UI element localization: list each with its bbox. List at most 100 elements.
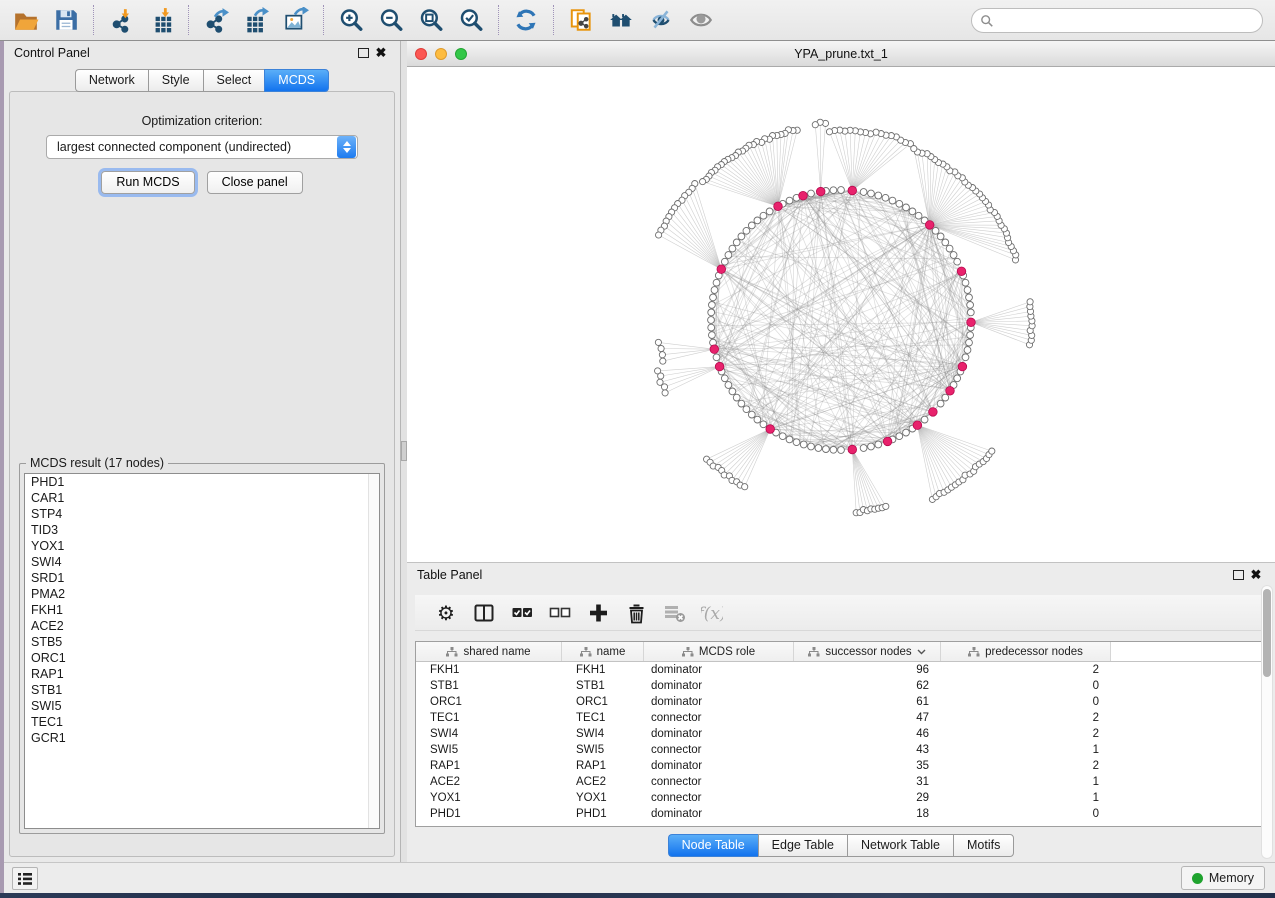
export-table-icon[interactable]	[236, 3, 276, 37]
column-header-name[interactable]: name	[562, 642, 644, 661]
select-all-icon[interactable]	[503, 598, 541, 628]
tab-mcds[interactable]: MCDS	[264, 69, 329, 92]
mcds-result-item[interactable]: CAR1	[25, 490, 379, 506]
log-console-button[interactable]	[12, 867, 38, 890]
column-header-shared-name[interactable]: shared name	[416, 642, 562, 661]
table-row[interactable]: RAP1RAP1dominator352	[416, 758, 1266, 774]
table-row[interactable]: SWI5SWI5connector431	[416, 742, 1266, 758]
delete-column-icon[interactable]	[617, 598, 655, 628]
mcds-result-item[interactable]: SWI5	[25, 698, 379, 714]
add-column-icon[interactable]	[579, 598, 617, 628]
export-network-icon[interactable]	[196, 3, 236, 37]
mcds-list-scrollbar[interactable]	[368, 474, 379, 828]
table-cell: YOX1	[562, 792, 644, 804]
open-file-icon[interactable]	[6, 3, 46, 37]
column-header-successor-nodes[interactable]: successor nodes	[794, 642, 941, 661]
mcds-result-item[interactable]: SRD1	[25, 570, 379, 586]
table-cell: dominator	[644, 696, 794, 708]
mcds-result-item[interactable]: STB1	[25, 682, 379, 698]
tab-network[interactable]: Network	[75, 69, 148, 92]
save-session-icon[interactable]	[46, 3, 86, 37]
network-canvas[interactable]	[407, 67, 1275, 562]
close-panel-button[interactable]: ✖	[372, 45, 390, 61]
memory-button[interactable]: Memory	[1181, 866, 1265, 890]
tab-motifs[interactable]: Motifs	[953, 834, 1014, 857]
deselect-all-icon[interactable]	[541, 598, 579, 628]
close-icon: ✖	[1251, 570, 1262, 580]
close-panel-action-button[interactable]: Close panel	[207, 171, 303, 194]
duplicate-network-icon[interactable]	[561, 3, 601, 37]
table-row[interactable]: SWI4SWI4dominator462	[416, 726, 1266, 742]
tab-style[interactable]: Style	[148, 69, 203, 92]
apply-layout-icon[interactable]	[506, 3, 546, 37]
table-row[interactable]: FKH1FKH1dominator962	[416, 662, 1266, 678]
table-close-button[interactable]: ✖	[1247, 567, 1265, 583]
mcds-result-item[interactable]: FKH1	[25, 602, 379, 618]
table-cell: connector	[644, 792, 794, 804]
table-cell: RAP1	[416, 760, 562, 772]
table-row[interactable]: YOX1YOX1connector291	[416, 790, 1266, 806]
table-scrollbar[interactable]	[1261, 585, 1273, 859]
search-icon	[980, 14, 994, 28]
column-header-predecessor-nodes[interactable]: predecessor nodes	[941, 642, 1111, 661]
export-image-icon[interactable]	[276, 3, 316, 37]
table-cell: 43	[794, 744, 941, 756]
mcds-result-item[interactable]: SWI4	[25, 554, 379, 570]
mcds-result-item[interactable]: ACE2	[25, 618, 379, 634]
search-box[interactable]	[971, 8, 1263, 33]
mcds-result-item[interactable]: YOX1	[25, 538, 379, 554]
table-row[interactable]: ORC1ORC1dominator610	[416, 694, 1266, 710]
zoom-out-icon[interactable]	[371, 3, 411, 37]
run-mcds-button[interactable]: Run MCDS	[101, 171, 194, 194]
import-table-icon[interactable]	[141, 3, 181, 37]
tab-edge-table[interactable]: Edge Table	[758, 834, 847, 857]
table-cell: ACE2	[416, 776, 562, 788]
table-settings-icon[interactable]: ⚙	[427, 598, 465, 628]
zoom-in-icon[interactable]	[331, 3, 371, 37]
optimization-criterion-select[interactable]: largest connected component (undirected)	[46, 135, 358, 159]
mcds-result-list[interactable]: PHD1CAR1STP4TID3YOX1SWI4SRD1PMA2FKH1ACE2…	[24, 473, 380, 829]
mcds-result-item[interactable]: ORC1	[25, 650, 379, 666]
mcds-result-item[interactable]: RAP1	[25, 666, 379, 682]
table-panel-title: Table Panel	[417, 568, 482, 582]
network-window-titlebar[interactable]: YPA_prune.txt_1	[407, 41, 1275, 67]
mcds-result-item[interactable]: STP4	[25, 506, 379, 522]
float-icon	[1233, 570, 1244, 580]
zoom-selected-icon[interactable]	[451, 3, 491, 37]
birds-eye-view-icon[interactable]	[681, 3, 721, 37]
table-cell: 35	[794, 760, 941, 772]
mcds-result-item[interactable]: PMA2	[25, 586, 379, 602]
mcds-result-item[interactable]: STB5	[25, 634, 379, 650]
network-view-window: YPA_prune.txt_1	[407, 41, 1275, 562]
table-row[interactable]: PHD1PHD1dominator180	[416, 806, 1266, 822]
function-builder-icon: f(x)	[693, 598, 731, 628]
table-cell: ORC1	[562, 696, 644, 708]
tab-node-table[interactable]: Node Table	[668, 834, 758, 857]
hide-graphics-details-icon[interactable]	[641, 3, 681, 37]
table-cell: SWI5	[562, 744, 644, 756]
table-cell: 46	[794, 728, 941, 740]
toolbar-separator	[188, 5, 189, 35]
network-overview-icon[interactable]	[601, 3, 641, 37]
tab-select[interactable]: Select	[203, 69, 265, 92]
mcds-result-item[interactable]: PHD1	[25, 474, 379, 490]
table-row[interactable]: STB1STB1dominator620	[416, 678, 1266, 694]
table-row[interactable]: ACE2ACE2connector311	[416, 774, 1266, 790]
node-table[interactable]: shared namenameMCDS rolesuccessor nodesp…	[415, 641, 1267, 827]
mcds-result-item[interactable]: TEC1	[25, 714, 379, 730]
float-panel-button[interactable]	[354, 45, 372, 61]
table-cell: 1	[941, 792, 1111, 804]
column-layout-icon[interactable]	[465, 598, 503, 628]
import-network-icon[interactable]	[101, 3, 141, 37]
table-row[interactable]: TEC1TEC1connector472	[416, 710, 1266, 726]
search-input[interactable]	[994, 14, 1262, 28]
table-float-button[interactable]	[1229, 567, 1247, 583]
mcds-result-item[interactable]: TID3	[25, 522, 379, 538]
scrollbar-thumb[interactable]	[1263, 589, 1271, 677]
column-header-MCDS-role[interactable]: MCDS role	[644, 642, 794, 661]
table-cell: dominator	[644, 680, 794, 692]
mcds-result-item[interactable]: GCR1	[25, 730, 379, 746]
table-cell: TEC1	[562, 712, 644, 724]
zoom-fit-icon[interactable]	[411, 3, 451, 37]
tab-network-table[interactable]: Network Table	[847, 834, 953, 857]
